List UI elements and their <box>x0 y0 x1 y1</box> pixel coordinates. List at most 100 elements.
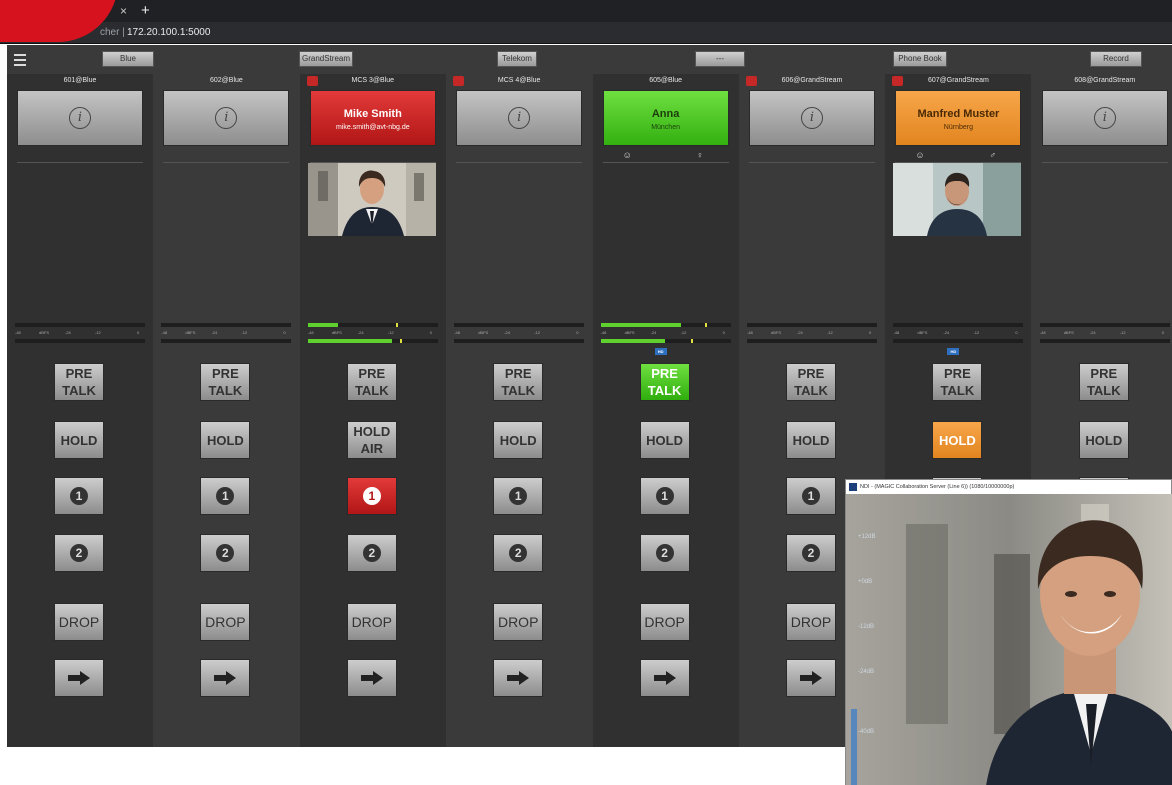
caller-info-card[interactable]: Mike Smith mike.smith@avt-nbg.de <box>309 90 436 146</box>
browser-tab-bar: × + <box>0 0 1172 22</box>
meter-scale: -48 dBFS -24 -12 0 <box>308 329 438 337</box>
drop-button[interactable]: DROP <box>639 603 690 641</box>
hold-button[interactable]: HOLD <box>639 421 690 459</box>
line-1-button[interactable]: 1 <box>54 477 104 515</box>
hold-button[interactable]: HOLD <box>1078 421 1129 459</box>
drop-button[interactable]: DROP <box>786 603 836 641</box>
tab-close-icon[interactable]: × <box>120 4 127 18</box>
pre-talk-button[interactable]: PRE TALK <box>1078 363 1129 401</box>
transfer-button[interactable] <box>54 659 104 697</box>
meter-row <box>747 339 877 343</box>
divider <box>1041 162 1168 163</box>
meter-scale-label: -24 <box>943 330 950 335</box>
line-2-button[interactable]: 2 <box>346 534 397 572</box>
meter-scale-label: 0 <box>576 330 579 335</box>
group-button[interactable]: GrandStream <box>299 51 353 67</box>
drop-button[interactable]: DROP <box>54 603 104 641</box>
smiley-icon: ☺ <box>622 150 632 160</box>
line-1-button[interactable]: 1 <box>786 477 836 515</box>
info-icon: i <box>801 107 823 129</box>
group-button[interactable]: --- <box>695 51 745 67</box>
forward-arrow-icon <box>68 671 90 685</box>
phone-icon <box>453 76 465 86</box>
meter-scale-label: -48 <box>307 330 314 335</box>
hold-button[interactable]: HOLD <box>932 421 983 459</box>
line-2-button[interactable]: 2 <box>493 534 544 572</box>
meter-peak <box>690 339 693 343</box>
forward-arrow-icon <box>800 671 822 685</box>
url-text[interactable]: 172.20.100.1:5000 <box>127 27 210 38</box>
meter-peak <box>399 339 402 343</box>
transfer-button[interactable] <box>639 659 690 697</box>
caller-info-card[interactable]: Anna München <box>602 90 729 146</box>
divider <box>602 162 729 163</box>
meter-scale-label: -12 <box>387 330 394 335</box>
meter-row <box>307 323 438 327</box>
drop-button[interactable]: DROP <box>200 603 251 641</box>
caller-name: Mike Smith <box>343 108 402 120</box>
phone-icon <box>892 76 904 86</box>
hd-badge: HD <box>947 348 960 355</box>
info-icon: i <box>69 107 91 129</box>
hold-button[interactable]: HOLD <box>54 421 104 459</box>
transfer-button[interactable] <box>346 659 397 697</box>
group-button[interactable]: Record <box>1090 51 1142 67</box>
line-1-button[interactable]: 1 <box>200 477 251 515</box>
line-2-button[interactable]: 2 <box>200 534 251 572</box>
divider <box>163 162 290 163</box>
group-button[interactable]: Telekom <box>497 51 537 67</box>
line-1-icon: 1 <box>70 487 88 505</box>
drop-button[interactable]: DROP <box>493 603 544 641</box>
hold-button[interactable]: HOLD <box>786 421 836 459</box>
caller-name: Anna <box>651 108 680 120</box>
caller-info-card[interactable]: Manfred Muster Nürnberg <box>895 90 1022 146</box>
meter-scale: -48 dBFS -24 -12 0 <box>601 329 731 337</box>
caller-info-card[interactable]: i <box>749 90 875 146</box>
caller-info-card[interactable]: i <box>1041 90 1168 146</box>
caller-name: Manfred Muster <box>917 108 1000 120</box>
hold-button[interactable]: HOLD AIR <box>346 421 397 459</box>
line-1-button[interactable]: 1 <box>346 477 397 515</box>
transfer-button[interactable] <box>200 659 251 697</box>
meter-fill <box>600 323 681 327</box>
meter-row <box>15 323 145 327</box>
meter-row <box>600 339 731 343</box>
ndi-level-label: -40dB <box>858 729 875 735</box>
caller-info-card[interactable]: i <box>456 90 583 146</box>
pre-talk-button[interactable]: PRE TALK <box>54 363 104 401</box>
menu-icon[interactable] <box>14 54 26 66</box>
ndi-video-window[interactable]: NDI - (MAGIC Collaboration Server (Line … <box>845 479 1172 785</box>
line-2-button[interactable]: 2 <box>639 534 690 572</box>
pre-talk-button[interactable]: PRE TALK <box>346 363 397 401</box>
hold-button[interactable]: HOLD <box>200 421 251 459</box>
meter-scale-label: dBFS <box>39 330 50 335</box>
pre-talk-button[interactable]: PRE TALK <box>639 363 690 401</box>
channel-name: 606@GrandStream <box>781 77 843 84</box>
forward-arrow-icon <box>653 671 676 685</box>
transfer-button[interactable] <box>493 659 544 697</box>
caller-info-card[interactable]: i <box>17 90 143 146</box>
info-icon: i <box>1093 107 1116 129</box>
pre-talk-button[interactable]: PRE TALK <box>200 363 251 401</box>
audio-level-meter: -48 dBFS -24 -12 0 <box>747 321 877 345</box>
line-2-button[interactable]: 2 <box>786 534 836 572</box>
hold-button[interactable]: HOLD <box>493 421 544 459</box>
caller-info-card[interactable]: i <box>163 90 290 146</box>
group-button[interactable]: Blue <box>102 51 154 67</box>
caller-video-thumbnail <box>307 163 436 236</box>
drop-button[interactable]: DROP <box>346 603 397 641</box>
pre-talk-button[interactable]: PRE TALK <box>932 363 983 401</box>
address-bar[interactable]: cher | 172.20.100.1:5000 <box>0 22 1172 44</box>
line-2-icon: 2 <box>509 544 528 562</box>
transfer-button[interactable] <box>786 659 836 697</box>
line-2-button[interactable]: 2 <box>54 534 104 572</box>
line-1-button[interactable]: 1 <box>493 477 544 515</box>
new-tab-button[interactable]: + <box>141 2 150 19</box>
group-button[interactable]: Phone Book <box>893 51 947 67</box>
pre-talk-button[interactable]: PRE TALK <box>493 363 544 401</box>
line-1-button[interactable]: 1 <box>639 477 690 515</box>
meter-fill <box>307 339 392 343</box>
meter-row <box>454 339 585 343</box>
meter-scale-label: -48 <box>747 330 753 335</box>
pre-talk-button[interactable]: PRE TALK <box>786 363 836 401</box>
